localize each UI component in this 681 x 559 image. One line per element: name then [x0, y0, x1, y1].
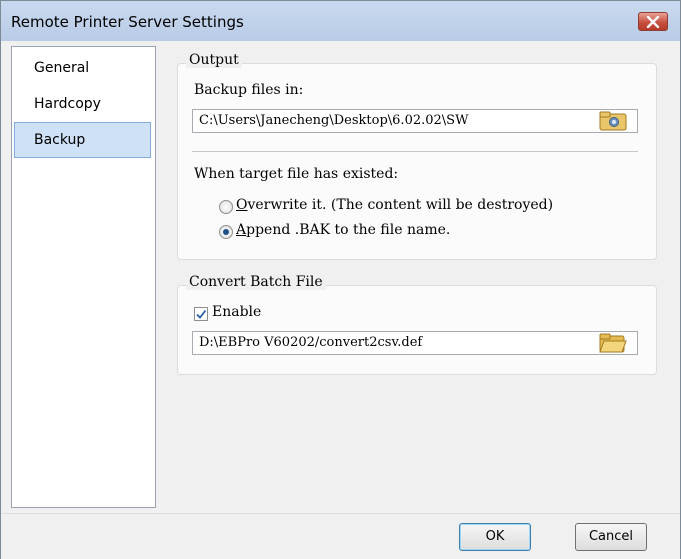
convert-group	[177, 285, 657, 375]
dialog-footer: OK Cancel	[1, 513, 680, 559]
overwrite-text: verwrite it. (The content will be destro…	[247, 197, 554, 213]
nav-item-hardcopy[interactable]: Hardcopy	[14, 86, 151, 122]
settings-nav: General Hardcopy Backup	[11, 46, 156, 508]
overwrite-label[interactable]: Overwrite it. (The content will be destr…	[236, 197, 553, 213]
settings-dialog: Remote Printer Server Settings General H…	[0, 0, 681, 559]
nav-item-backup[interactable]: Backup	[14, 122, 151, 158]
folder-open-icon[interactable]	[599, 333, 627, 353]
nav-item-general[interactable]: General	[14, 50, 151, 86]
enable-checkbox[interactable]	[194, 307, 208, 321]
window-title: Remote Printer Server Settings	[11, 13, 244, 31]
backup-files-label: Backup files in:	[194, 82, 304, 98]
append-label[interactable]: Append .BAK to the file name.	[236, 222, 450, 238]
output-divider	[192, 151, 638, 152]
convert-file-field[interactable]: D:\EBPro V60202/convert2csv.def	[192, 331, 638, 355]
close-icon	[646, 15, 660, 28]
append-text: ppend .BAK to the file name.	[246, 222, 451, 238]
ok-button[interactable]: OK	[459, 523, 531, 551]
checkmark-icon	[196, 309, 207, 319]
overwrite-radio[interactable]	[219, 200, 233, 214]
backup-path-field[interactable]: C:\Users\Janecheng\Desktop\6.02.02\SW	[192, 109, 638, 133]
output-group-title: Output	[186, 52, 242, 68]
title-bar[interactable]: Remote Printer Server Settings	[1, 1, 680, 41]
overwrite-mnemonic: O	[236, 197, 248, 213]
enable-label[interactable]: Enable	[212, 304, 261, 320]
exists-label: When target file has existed:	[194, 166, 399, 182]
append-mnemonic: A	[236, 222, 247, 238]
convert-group-title: Convert Batch File	[186, 274, 326, 290]
append-radio[interactable]	[219, 225, 233, 239]
close-button[interactable]	[638, 12, 668, 31]
cancel-button[interactable]: Cancel	[575, 523, 647, 551]
folder-icon[interactable]	[599, 111, 627, 131]
